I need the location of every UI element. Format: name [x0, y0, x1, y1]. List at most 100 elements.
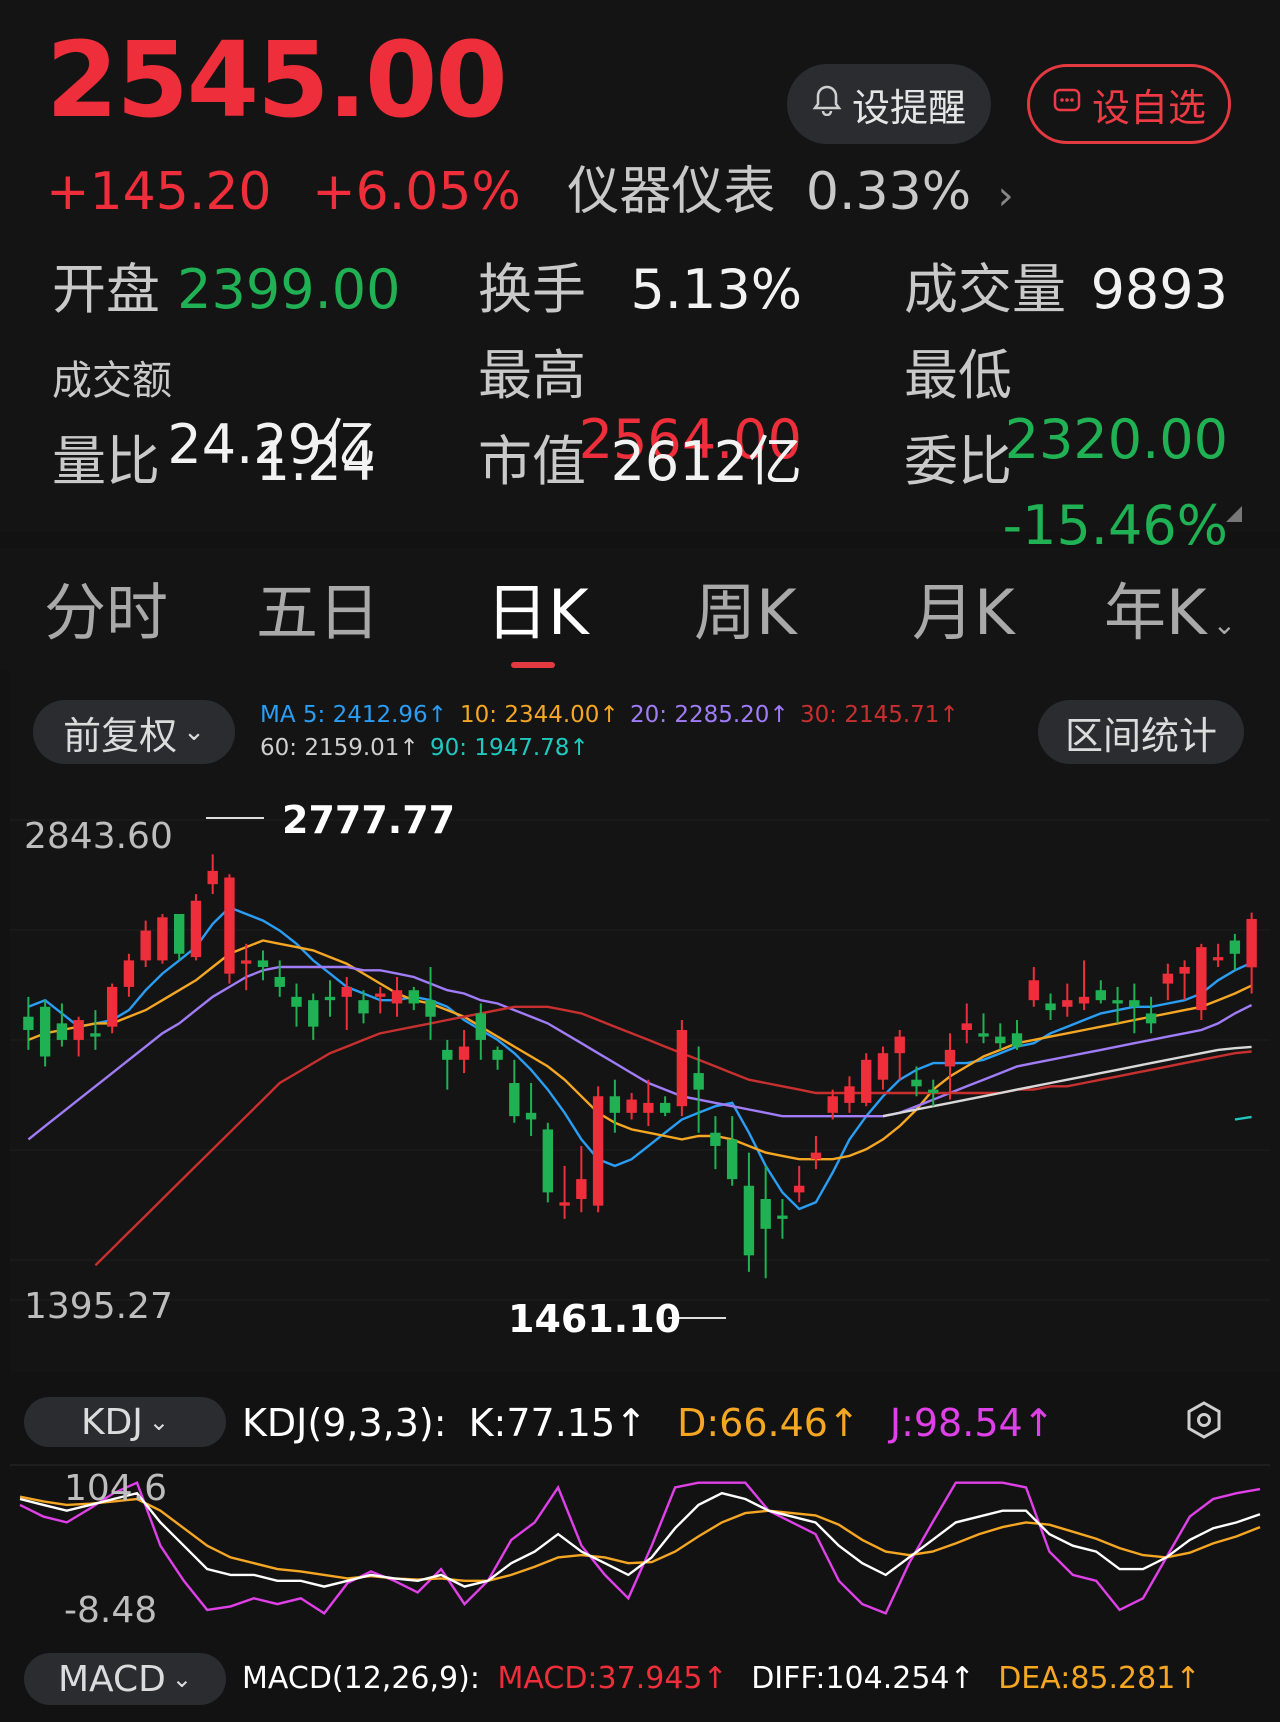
candle-body: [492, 1049, 503, 1060]
candle-body: [1229, 940, 1241, 954]
tab-daily-k[interactable]: 日K: [486, 576, 589, 650]
candles: [23, 854, 1257, 1279]
candle-body: [1095, 990, 1107, 1001]
macd-params-label: MACD(12,26,9):: [242, 1661, 480, 1696]
stat-market-cap: 市值 2612亿: [478, 430, 802, 493]
kdj-dropdown[interactable]: KDJ ⌄: [24, 1397, 226, 1447]
candle-body: [391, 990, 403, 1004]
candle-body: [123, 960, 135, 987]
chart-grid: [10, 819, 1270, 1301]
candle-body: [207, 870, 218, 885]
ma5-line: [27, 905, 1253, 1211]
candle-body: [90, 1033, 101, 1037]
set-alert-label: 设提醒: [851, 85, 966, 130]
candle-body: [827, 1096, 838, 1113]
range-stats-button[interactable]: 区间统计: [1038, 700, 1244, 764]
high-marker: 2777.77: [282, 798, 456, 842]
candle-body: [777, 1215, 788, 1219]
macd-label: MACD: [57, 1658, 166, 1700]
candle-body: [609, 1096, 621, 1113]
candle-body: [559, 1202, 570, 1206]
candle-body: [1246, 918, 1257, 968]
add-watchlist-button[interactable]: 设自选: [1027, 64, 1231, 144]
candle-body: [1129, 1000, 1140, 1007]
high-marker-line: [206, 817, 264, 819]
candle-body: [861, 1059, 872, 1103]
candle-body: [944, 1049, 956, 1067]
kdj-params-label: KDJ(9,3,3):: [242, 1401, 447, 1445]
candle-body: [1162, 973, 1174, 984]
ma30-legend: 30: 2145.71↑: [800, 702, 959, 728]
kdj-chart[interactable]: [10, 1464, 1270, 1634]
ma10-legend: 10: 2344.00↑: [460, 702, 619, 728]
tab-intraday[interactable]: 分时: [44, 576, 168, 650]
candle-body: [911, 1079, 922, 1087]
candle-body: [676, 1029, 688, 1107]
settings-icon[interactable]: [1184, 1400, 1224, 1440]
tab-five-day[interactable]: 五日: [256, 576, 380, 650]
adjust-mode-dropdown[interactable]: 前复权 ⌄: [33, 700, 235, 764]
candle-body: [1179, 967, 1190, 974]
candle-body: [308, 1000, 319, 1027]
candle-body: [844, 1086, 855, 1103]
candle-body: [793, 1185, 805, 1193]
candlestick-chart[interactable]: [10, 790, 1270, 1360]
tab-monthly-k[interactable]: 月K: [912, 576, 1015, 650]
candle-body: [458, 1046, 470, 1060]
candle-body: [626, 1099, 637, 1113]
candle-body: [190, 900, 202, 958]
ma5-legend: MA 5: 2412.96↑: [260, 702, 447, 728]
set-alert-button[interactable]: 设提醒: [787, 64, 991, 144]
candle-body: [1028, 980, 1039, 1001]
candle-body: [1011, 1033, 1023, 1047]
macd-dea-value: DEA:85.281↑: [998, 1661, 1201, 1696]
y-axis-top-label: 2843.60: [24, 816, 173, 857]
candle-body: [693, 1073, 704, 1090]
candle-body: [324, 996, 336, 1001]
candle-body: [1062, 1000, 1073, 1007]
ma90-line: [1234, 1115, 1252, 1121]
candle-body: [442, 1049, 453, 1060]
candle-body: [341, 986, 352, 997]
change-row[interactable]: +145.20 +6.05% 仪器仪表 0.33% ›: [46, 160, 1014, 228]
candle-body: [375, 993, 386, 997]
kdj-d-value: D:66.46↑: [677, 1401, 860, 1445]
candle-body: [39, 1006, 51, 1057]
candle-body: [542, 1129, 554, 1193]
ma-lines: [27, 905, 1253, 1267]
candle-body: [760, 1199, 771, 1229]
watchlist-icon: [1052, 85, 1082, 123]
kdj-values: KDJ(9,3,3): K:77.15↑ D:66.46↑ J:98.54↑: [242, 1398, 1055, 1448]
macd-values: MACD(12,26,9): MACD:37.945↑ DIFF:104.254…: [242, 1654, 1200, 1704]
chevron-down-icon: ⌄: [171, 1665, 193, 1693]
y-axis-bottom-label: 1395.27: [24, 1286, 173, 1327]
candle-body: [509, 1083, 520, 1117]
stat-order-ratio: 委比 -15.46%: [904, 430, 1228, 557]
sector-percent: 0.33%: [805, 162, 972, 222]
stat-volume: 成交量 9893: [904, 258, 1228, 321]
candle-body: [643, 1102, 654, 1113]
last-price: 2545.00: [46, 19, 508, 141]
candle-body: [106, 986, 118, 1027]
macd-value: MACD:37.945↑: [497, 1661, 728, 1696]
candle-body: [877, 1053, 889, 1080]
candle-body: [978, 1033, 989, 1037]
macd-diff-value: DIFF:104.254↑: [751, 1661, 975, 1696]
kdj-label: KDJ: [80, 1401, 143, 1443]
expand-corner-icon[interactable]: [1226, 506, 1242, 522]
ma60-legend: 60: 2159.01↑: [260, 735, 419, 761]
candle-body: [358, 1000, 369, 1014]
tab-yearly-k[interactable]: 年K ⌄: [1104, 576, 1236, 662]
kdj-j-value: J:98.54↑: [889, 1401, 1055, 1445]
candle-body: [1212, 957, 1224, 961]
chevron-down-icon: ⌄: [148, 1408, 170, 1436]
candle-body: [525, 1112, 537, 1120]
period-tabs: 分时 五日 日K 周K 月K 年K ⌄: [0, 548, 1280, 670]
tab-weekly-k[interactable]: 周K: [694, 576, 797, 650]
candle-body: [743, 1185, 755, 1256]
candle-body: [140, 930, 151, 961]
candle-body: [425, 1000, 436, 1017]
macd-dropdown[interactable]: MACD ⌄: [24, 1653, 226, 1705]
candle-body: [241, 960, 252, 964]
candle-body: [1145, 1013, 1157, 1024]
